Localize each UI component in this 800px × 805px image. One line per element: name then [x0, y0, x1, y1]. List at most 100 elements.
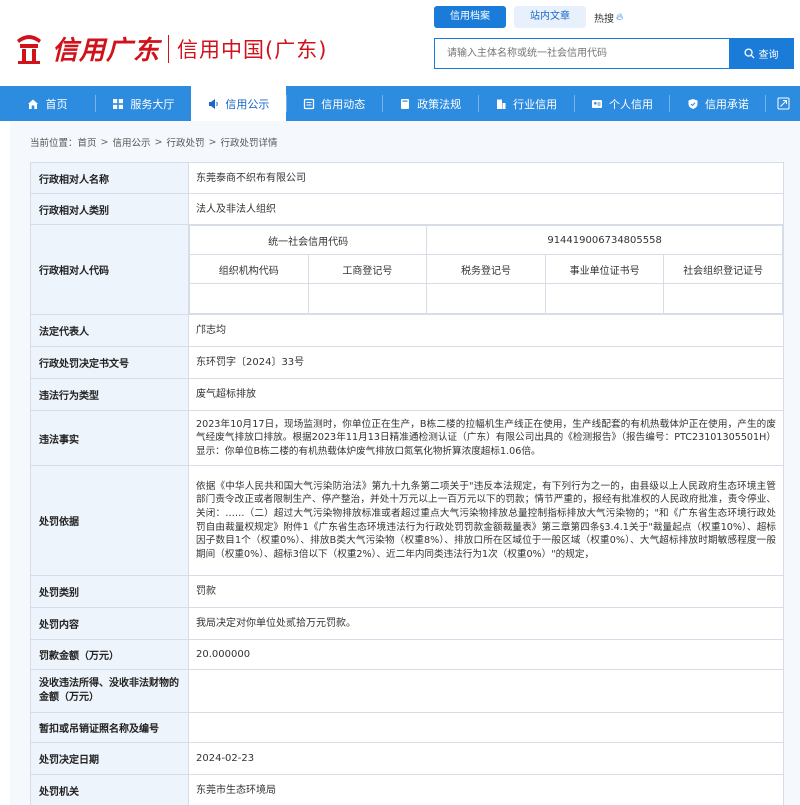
- nav-item-credit-commitment[interactable]: 信用承诺: [670, 86, 765, 121]
- table-row: 处罚机关 东莞市生态环境局: [30, 774, 784, 805]
- nav-item-policies[interactable]: 政策法规: [383, 86, 478, 121]
- table-row: 处罚依据 依据《中华人民共和国大气污染防治法》第九十九条第二项关于"违反本法规定…: [30, 465, 784, 576]
- search-input[interactable]: [435, 39, 729, 68]
- search-box: 查询: [434, 38, 794, 69]
- field-label: 没收违法所得、没收非法财物的金额（万元）: [30, 669, 189, 713]
- breadcrumb-credit-publicity[interactable]: 信用公示: [113, 135, 151, 149]
- nav-item-service-hall[interactable]: 服务大厅: [96, 86, 191, 121]
- building-icon: [495, 98, 507, 110]
- nav-item-personal-credit[interactable]: 个人信用: [575, 86, 670, 121]
- table-row: 处罚决定日期 2024-02-23: [30, 742, 784, 775]
- penalty-basis-value: 依据《中华人民共和国大气污染防治法》第九十九条第二项关于"违反本法规定，有下列行…: [188, 465, 784, 576]
- penalty-content-value: 我局决定对你单位处贰拾万元罚款。: [188, 607, 784, 640]
- subject-type-value: 法人及非法人组织: [188, 193, 784, 225]
- field-label: 违法行为类型: [30, 378, 189, 411]
- license-value: [188, 712, 784, 743]
- site-logo[interactable]: 信用广东 信用中国(广东): [12, 30, 327, 67]
- breadcrumb-admin-penalty[interactable]: 行政处罚: [166, 135, 204, 149]
- confiscation-amount-value: [188, 669, 784, 713]
- nav-item-label: 信用承诺: [704, 97, 749, 111]
- flame-icon: 🔥︎: [616, 11, 624, 23]
- field-label: 违法事实: [30, 410, 189, 466]
- field-label: 行政相对人名称: [30, 162, 189, 194]
- field-label: 罚款金额（万元）: [30, 639, 189, 670]
- hot-search[interactable]: 热搜 🔥︎: [594, 10, 623, 25]
- table-row: 处罚内容 我局决定对你单位处贰拾万元罚款。: [30, 607, 784, 640]
- sub-header-social-org-reg: 社会组织登记证号: [663, 254, 783, 284]
- site-title: 信用中国(广东): [177, 37, 328, 62]
- expand-icon: [777, 97, 790, 110]
- news-icon: [303, 98, 315, 110]
- site-header: 信用广东 信用中国(广东) 信用档案 站内文章 热搜 🔥︎ 查询: [0, 0, 800, 86]
- nav-item-label: 政策法规: [417, 97, 462, 111]
- breadcrumb: 当前位置： 首页 > 信用公示 > 行政处罚 > 行政处罚详情: [30, 135, 277, 150]
- search-button-label: 查询: [758, 50, 779, 61]
- credit-code-value: 91441900673480555​8: [426, 225, 783, 255]
- nav-item-credit-publicity[interactable]: 信用公示: [190, 86, 286, 121]
- nav-item-home[interactable]: 首页: [0, 86, 95, 121]
- field-label: 行政相对人代码: [30, 224, 189, 315]
- logo-script-text: 信用广东: [52, 36, 161, 66]
- violation-type-value: 废气超标排放: [188, 378, 784, 411]
- tab-credit-archive[interactable]: 信用档案: [434, 6, 506, 28]
- table-row: 违法事实 2023年10月17日，现场监测时，你单位正在生产，B栋二楼的拉幅机生…: [30, 410, 784, 466]
- field-label: 处罚类别: [30, 575, 189, 608]
- penalty-category-value: 罚款: [188, 575, 784, 608]
- breadcrumb-separator: >: [208, 136, 217, 148]
- sub-header-tax-reg: 税务登记号: [426, 254, 546, 284]
- logo-mark-icon: [17, 34, 41, 64]
- id-card-icon: [591, 98, 603, 110]
- book-icon: [399, 98, 411, 110]
- nav-item-label: 行业信用: [513, 97, 558, 111]
- table-row: 法定代表人 邝志均: [30, 314, 784, 347]
- table-row: 行政处罚决定书文号 东环罚字〔2024〕33号: [30, 346, 784, 379]
- field-label: 法定代表人: [30, 314, 189, 347]
- nav-item-label: 个人信用: [609, 97, 654, 111]
- search-button[interactable]: 查询: [729, 39, 793, 68]
- table-row: 行政相对人名称 东莞泰商不织布有限公司: [30, 162, 784, 194]
- field-label: 行政处罚决定书文号: [30, 346, 189, 379]
- legal-rep-value: 邝志均: [188, 314, 784, 347]
- doc-number-value: 东环罚字〔2024〕33号: [188, 346, 784, 379]
- field-label: 处罚机关: [30, 774, 189, 805]
- nav-item-label: 首页: [45, 97, 68, 111]
- grid-icon: [112, 98, 124, 110]
- institution-cert-value: [544, 283, 665, 314]
- business-reg-value: [307, 283, 428, 314]
- nav-expand-button[interactable]: [766, 86, 800, 121]
- table-row: 行政相对人代码 统一社会信用代码 91441900673480555​8 组织机…: [30, 224, 784, 315]
- search-icon: [743, 48, 755, 59]
- field-label: 处罚依据: [30, 465, 189, 576]
- main-nav: 首页 服务大厅 信用公示 信用动态 政策法规 行业信用 个人信用 信用承诺: [0, 86, 800, 121]
- violation-facts-value: 2023年10月17日，现场监测时，你单位正在生产，B栋二楼的拉幅机生产线正在使…: [188, 410, 784, 466]
- nav-item-credit-news[interactable]: 信用动态: [287, 86, 382, 121]
- hot-search-label: 热搜: [594, 13, 614, 25]
- fine-amount-value: 20.000000: [188, 639, 784, 670]
- nav-item-label: 服务大厅: [130, 97, 175, 111]
- subject-name-value: 东莞泰商不织布有限公司: [188, 162, 784, 194]
- tab-site-articles[interactable]: 站内文章: [514, 6, 586, 28]
- sub-header-org-code: 组织机构代码: [189, 254, 309, 284]
- announce-icon: [207, 98, 219, 110]
- breadcrumb-separator: >: [100, 136, 109, 148]
- breadcrumb-home[interactable]: 首页: [78, 135, 97, 149]
- field-label: 处罚内容: [30, 607, 189, 640]
- field-label: 行政相对人类别: [30, 193, 189, 225]
- social-org-reg-value: [663, 283, 783, 314]
- org-code-value: [189, 283, 309, 314]
- table-row: 处罚类别 罚款: [30, 575, 784, 608]
- sub-header-business-reg: 工商登记号: [307, 254, 428, 284]
- home-icon: [27, 98, 39, 110]
- logo-divider: [168, 34, 170, 63]
- field-label: 处罚决定日期: [30, 742, 189, 775]
- nav-item-industry-credit[interactable]: 行业信用: [479, 86, 574, 121]
- table-row: 违法行为类型 废气超标排放: [30, 378, 784, 411]
- breadcrumb-prefix: 当前位置：: [30, 138, 78, 149]
- table-row: 暂扣或吊销证照名称及编号: [30, 712, 784, 743]
- table-row: 行政相对人类别 法人及非法人组织: [30, 193, 784, 225]
- field-label: 暂扣或吊销证照名称及编号: [30, 712, 189, 743]
- decision-date-value: 2024-02-23: [188, 742, 784, 775]
- sub-header-institution-cert: 事业单位证书号: [544, 254, 665, 284]
- code-cell: 统一社会信用代码 91441900673480555​8 组织机构代码 工商登记…: [188, 224, 784, 315]
- penalty-detail-table: 行政相对人名称 东莞泰商不织布有限公司 行政相对人类别 法人及非法人组织 行政相…: [30, 162, 784, 805]
